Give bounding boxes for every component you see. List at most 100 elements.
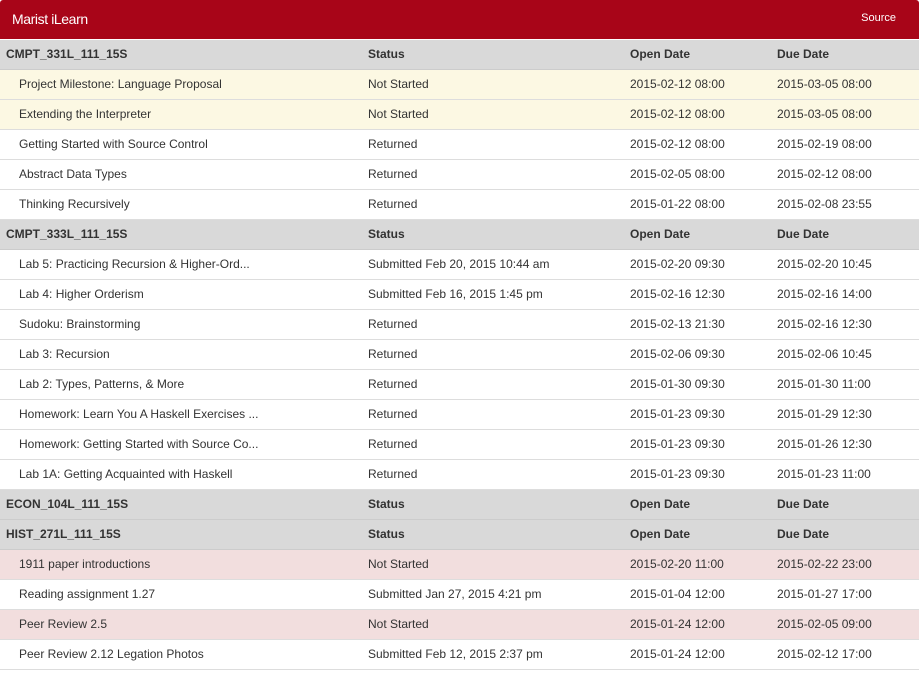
assignment-status: Not Started [368, 557, 429, 571]
assignment-row[interactable]: Sudoku: Brainstorming Returned 2015-02-13 … [0, 310, 919, 340]
column-header-due-date: Due Date [777, 497, 830, 511]
assignment-due-date: 2015-01-26 12:30 [777, 437, 872, 451]
assignment-title[interactable]: 1911 paper introductions [19, 550, 349, 579]
assignment-title[interactable]: Getting Started with Source Control [19, 130, 349, 159]
source-link[interactable]: Source [861, 12, 896, 24]
assignment-status: Returned [368, 407, 418, 421]
assignment-open-date: 2015-01-24 12:00 [630, 647, 725, 661]
column-header-due-date: Due Date [777, 47, 830, 61]
assignment-status: Submitted Feb 16, 2015 1:45 pm [368, 287, 543, 301]
assignment-row[interactable]: Peer Review 2.12 Legation Photos Submitte… [0, 640, 919, 670]
assignment-status: Not Started [368, 107, 429, 121]
assignment-row[interactable]: Lab 5: Practicing Recursion & Higher-Ord… [0, 250, 919, 280]
course-code: CMPT_331L_111_15S [6, 47, 128, 61]
column-header-status: Status [368, 527, 405, 541]
assignment-title[interactable]: Reading assignment 1.27 [19, 580, 349, 609]
assignment-title[interactable]: Extending the Interpreter [19, 100, 349, 129]
app-title[interactable]: Marist iLearn [12, 11, 88, 27]
column-header-open-date: Open Date [630, 47, 691, 61]
assignment-title[interactable]: Homework: Learn You A Haskell Exercises … [19, 400, 349, 429]
assignment-row[interactable]: Extending the Interpreter Not Started 2015… [0, 100, 919, 130]
assignment-due-date: 2015-02-08 23:55 [777, 197, 872, 211]
assignment-open-date: 2015-01-23 09:30 [630, 437, 725, 451]
assignment-open-date: 2015-01-23 09:30 [630, 467, 725, 481]
assignment-open-date: 2015-02-05 08:00 [630, 167, 725, 181]
assignments-table: CMPT_331L_111_15S Status Open Date Due Date… [0, 40, 919, 670]
assignment-title[interactable]: Lab 2: Types, Patterns, & More [19, 370, 349, 399]
column-header-status: Status [368, 497, 405, 511]
column-header-open-date: Open Date [630, 527, 691, 541]
assignment-status: Not Started [368, 617, 429, 631]
assignment-open-date: 2015-02-16 12:30 [630, 287, 725, 301]
assignment-row[interactable]: Getting Started with Source Control Retur… [0, 130, 919, 160]
assignment-open-date: 2015-02-12 08:00 [630, 107, 725, 121]
assignment-status: Not Started [368, 77, 429, 91]
assignment-title[interactable]: Lab 1A: Getting Acquainted with Haskell [19, 460, 349, 489]
course-header-row: CMPT_333L_111_15S Status Open Date Due Date [0, 220, 919, 250]
column-header-open-date: Open Date [630, 497, 691, 511]
assignment-row[interactable]: Abstract Data Types Returned 2015-02-05 08… [0, 160, 919, 190]
assignment-status: Returned [368, 377, 418, 391]
course-code: ECON_104L_111_15S [6, 497, 129, 511]
assignment-due-date: 2015-02-16 12:30 [777, 317, 872, 331]
column-header-due-date: Due Date [777, 227, 830, 241]
course-header-row: CMPT_331L_111_15S Status Open Date Due Date [0, 40, 919, 70]
assignment-due-date: 2015-02-12 08:00 [777, 167, 872, 181]
assignment-row[interactable]: Homework: Getting Started with Source Co… [0, 430, 919, 460]
assignment-row[interactable]: Thinking Recursively Returned 2015-01-22 0… [0, 190, 919, 220]
assignment-open-date: 2015-02-20 09:30 [630, 257, 725, 271]
assignment-status: Returned [368, 167, 418, 181]
course-code: HIST_271L_111_15S [6, 527, 121, 541]
column-header-open-date: Open Date [630, 227, 691, 241]
assignment-title[interactable]: Lab 4: Higher Orderism [19, 280, 349, 309]
assignment-due-date: 2015-03-05 08:00 [777, 107, 872, 121]
assignment-open-date: 2015-02-20 11:00 [630, 557, 724, 571]
assignment-title[interactable]: Homework: Getting Started with Source Co… [19, 430, 349, 459]
assignment-status: Returned [368, 317, 418, 331]
assignment-due-date: 2015-02-06 10:45 [777, 347, 872, 361]
assignment-title[interactable]: Lab 5: Practicing Recursion & Higher-Ord… [19, 250, 349, 279]
assignment-open-date: 2015-02-12 08:00 [630, 137, 725, 151]
assignment-open-date: 2015-01-22 08:00 [630, 197, 725, 211]
course-header-row: ECON_104L_111_15S Status Open Date Due Date [0, 490, 919, 520]
assignment-row[interactable]: Project Milestone: Language Proposal Not … [0, 70, 919, 100]
assignment-row[interactable]: Homework: Learn You A Haskell Exercises … [0, 400, 919, 430]
assignment-row[interactable]: 1911 paper introductions Not Started 2015-… [0, 550, 919, 580]
assignment-title[interactable]: Peer Review 2.5 [19, 610, 349, 639]
course-code: CMPT_333L_111_15S [6, 227, 128, 241]
assignment-title[interactable]: Abstract Data Types [19, 160, 349, 189]
assignment-row[interactable]: Peer Review 2.5 Not Started 2015-01-24 12:… [0, 610, 919, 640]
assignment-row[interactable]: Lab 3: Recursion Returned 2015-02-06 09:30… [0, 340, 919, 370]
assignment-title[interactable]: Thinking Recursively [19, 190, 349, 219]
assignment-status: Returned [368, 347, 418, 361]
assignment-status: Submitted Feb 20, 2015 10:44 am [368, 257, 550, 271]
assignment-title[interactable]: Sudoku: Brainstorming [19, 310, 349, 339]
column-header-status: Status [368, 47, 405, 61]
assignment-open-date: 2015-01-30 09:30 [630, 377, 725, 391]
assignment-open-date: 2015-02-12 08:00 [630, 77, 725, 91]
assignment-due-date: 2015-03-05 08:00 [777, 77, 872, 91]
assignment-row[interactable]: Lab 4: Higher Orderism Submitted Feb 16, … [0, 280, 919, 310]
assignment-title[interactable]: Lab 3: Recursion [19, 340, 349, 369]
assignment-due-date: 2015-01-27 17:00 [777, 587, 872, 601]
column-header-status: Status [368, 227, 405, 241]
assignment-status: Returned [368, 137, 418, 151]
assignment-status: Returned [368, 437, 418, 451]
assignment-status: Returned [368, 467, 418, 481]
assignment-title[interactable]: Peer Review 2.12 Legation Photos [19, 640, 349, 669]
assignment-open-date: 2015-01-23 09:30 [630, 407, 725, 421]
assignment-open-date: 2015-02-06 09:30 [630, 347, 725, 361]
assignment-due-date: 2015-02-19 08:00 [777, 137, 872, 151]
assignment-due-date: 2015-02-20 10:45 [777, 257, 872, 271]
assignment-title[interactable]: Project Milestone: Language Proposal [19, 70, 349, 99]
assignment-status: Returned [368, 197, 418, 211]
assignment-row[interactable]: Reading assignment 1.27 Submitted Jan 27,… [0, 580, 919, 610]
assignment-row[interactable]: Lab 1A: Getting Acquainted with Haskell R… [0, 460, 919, 490]
assignment-status: Submitted Feb 12, 2015 2:37 pm [368, 647, 543, 661]
column-header-due-date: Due Date [777, 527, 830, 541]
assignment-open-date: 2015-01-24 12:00 [630, 617, 725, 631]
assignment-open-date: 2015-01-04 12:00 [630, 587, 725, 601]
assignment-row[interactable]: Lab 2: Types, Patterns, & More Returned 20… [0, 370, 919, 400]
assignment-due-date: 2015-01-30 11:00 [777, 377, 871, 391]
assignment-due-date: 2015-02-05 09:00 [777, 617, 872, 631]
